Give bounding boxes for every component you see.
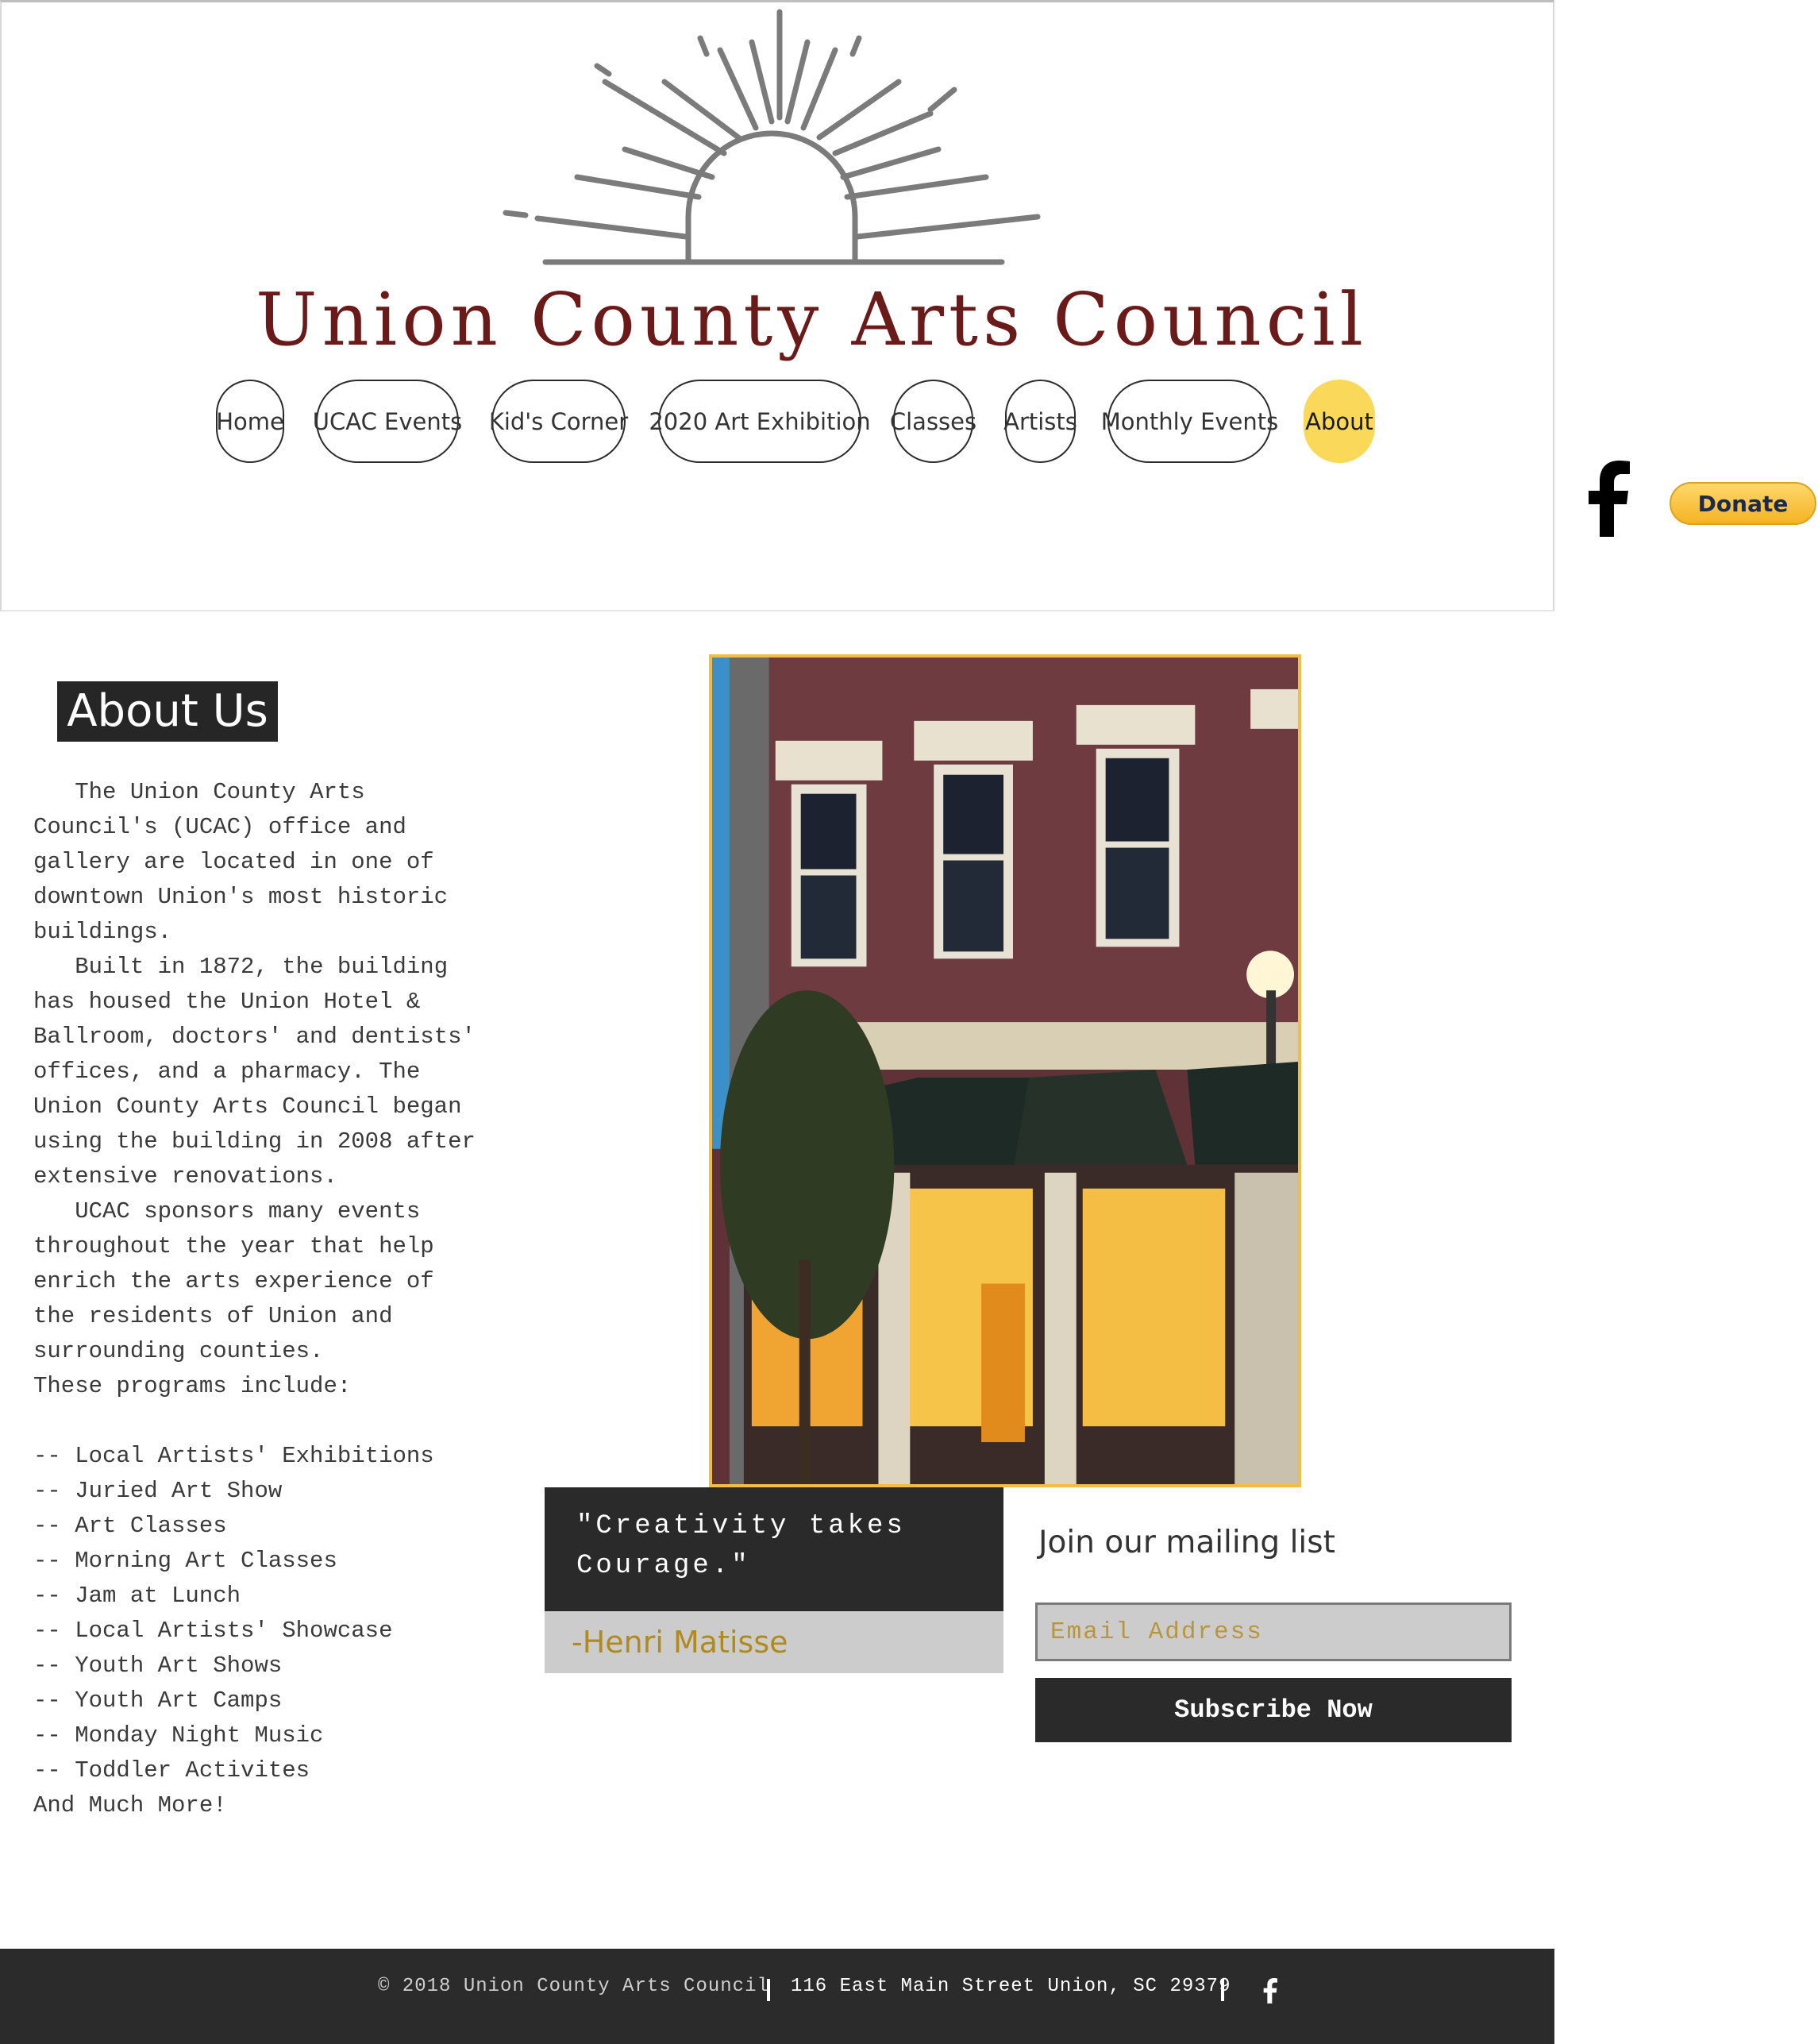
- footer: © 2018 Union County Arts Council 116 Eas…: [0, 1949, 1554, 2044]
- footer-divider: [1221, 1979, 1224, 2001]
- about-body-text: The Union County Arts Council's (UCAC) o…: [33, 779, 476, 1818]
- email-field[interactable]: [1035, 1602, 1512, 1661]
- sun-logo-icon: [503, 9, 1041, 265]
- donate-button[interactable]: Donate: [1670, 482, 1816, 525]
- footer-divider: [767, 1979, 770, 2001]
- footer-address: 116 East Main Street Union, SC 29379: [791, 1976, 1231, 1997]
- nav-monthly-events[interactable]: Monthly Events: [1101, 380, 1278, 463]
- nav-about[interactable]: About: [1304, 380, 1375, 463]
- building-illustration: [712, 658, 1298, 1484]
- nav-2020-art-exhibition[interactable]: 2020 Art Exhibition: [649, 380, 871, 463]
- footer-facebook-icon[interactable]: [1261, 1977, 1281, 2004]
- subscribe-button[interactable]: Subscribe Now: [1035, 1678, 1512, 1742]
- header: Union County Arts Council Home UCAC Even…: [0, 0, 1554, 611]
- quote-text: "Creativity takes Courage.": [545, 1487, 1003, 1611]
- site-title: Union County Arts Council: [256, 277, 1369, 362]
- facebook-icon[interactable]: [1582, 461, 1639, 537]
- nav-ucac-events[interactable]: UCAC Events: [313, 380, 462, 463]
- quote-author: -Henri Matisse: [545, 1611, 1003, 1673]
- about-heading: About Us: [57, 681, 278, 742]
- mailing-list-title: Join our mailing list: [1038, 1525, 1335, 1560]
- nav-classes[interactable]: Classes: [890, 380, 976, 463]
- nav-home[interactable]: Home: [216, 380, 284, 463]
- nav-kids-corner[interactable]: Kid's Corner: [489, 380, 628, 463]
- main-nav: Home UCAC Events Kid's Corner 2020 Art E…: [2, 380, 1553, 463]
- nav-artists[interactable]: Artists: [1003, 380, 1077, 463]
- building-photo: [709, 654, 1301, 1487]
- footer-copyright: © 2018 Union County Arts Council: [378, 1976, 769, 1997]
